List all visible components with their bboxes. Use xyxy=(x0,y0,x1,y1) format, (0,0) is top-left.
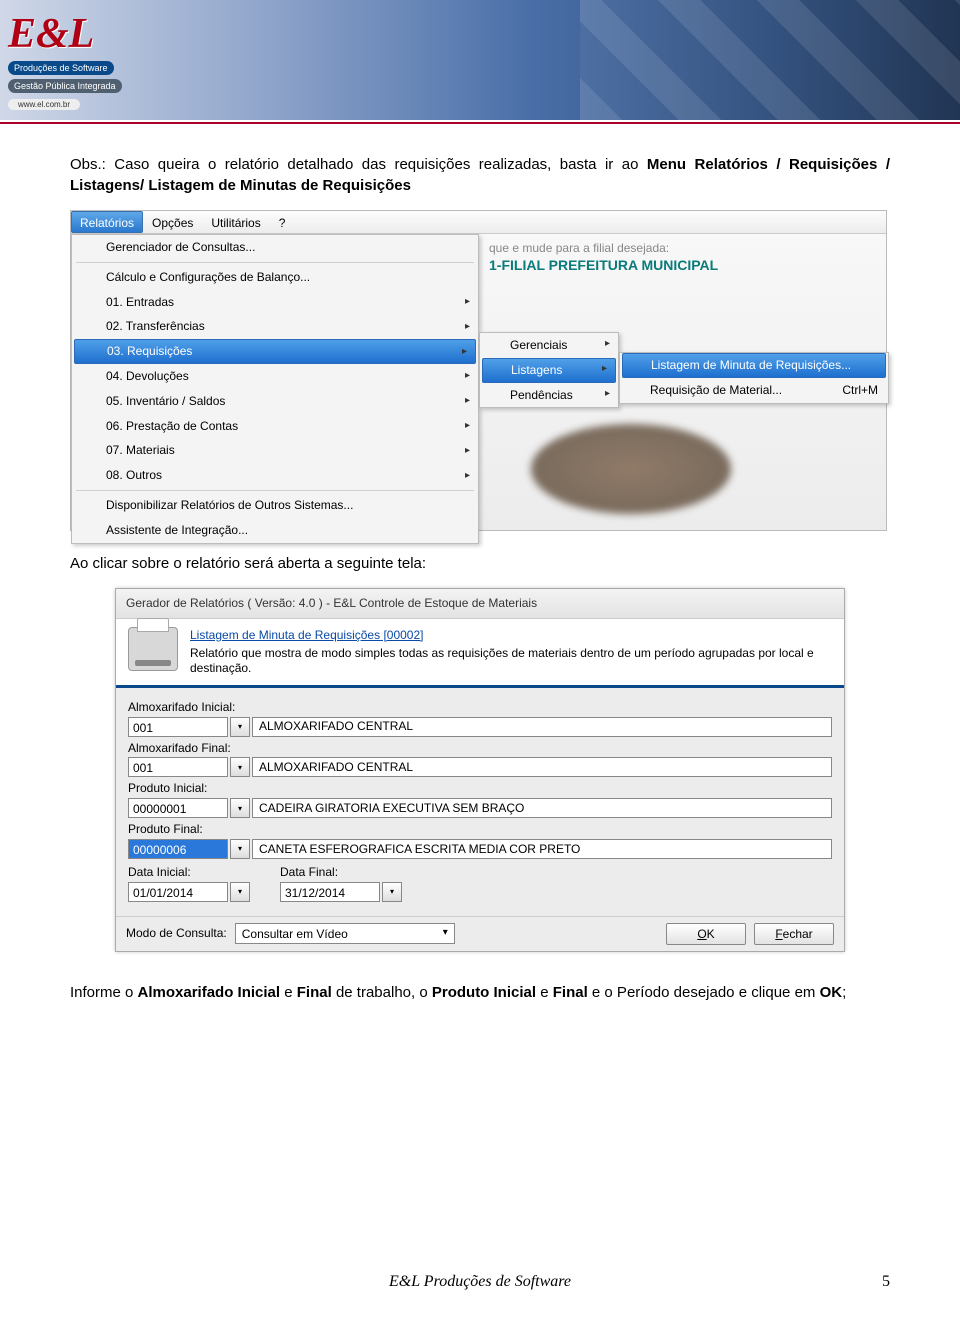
dd-transferencias[interactable]: 02. Transferências xyxy=(72,314,478,339)
ok-button[interactable]: OOKK xyxy=(666,923,746,945)
combo-modo-consulta[interactable]: Consultar em Vídeo xyxy=(235,923,455,944)
label-data-final: Data Final: xyxy=(280,864,402,881)
label-almox-final: Almoxarifado Final: xyxy=(128,740,832,757)
brand-tagline-1: Produções de Software xyxy=(8,61,114,75)
dd-devolucoes[interactable]: 04. Devoluções xyxy=(72,364,478,389)
dropdown-icon[interactable]: ▾ xyxy=(230,839,250,859)
label-prod-final: Produto Final: xyxy=(128,821,832,838)
submenu-listagens: Listagem de Minuta de Requisições... Req… xyxy=(619,352,889,404)
input-prod-ini-code[interactable]: 00000001 xyxy=(128,798,228,818)
dd-requisicoes[interactable]: 03. Requisições xyxy=(74,339,476,364)
dropdown-icon[interactable]: ▾ xyxy=(382,882,402,902)
dd-prestacao[interactable]: 06. Prestação de Contas xyxy=(72,414,478,439)
dd-assistente[interactable]: Assistente de Integração... xyxy=(72,518,478,543)
dropdown-icon[interactable]: ▾ xyxy=(230,798,250,818)
dd-disponibilizar[interactable]: Disponibilizar Relatórios de Outros Sist… xyxy=(72,493,478,518)
dd-entradas[interactable]: 01. Entradas xyxy=(72,290,478,315)
input-almox-fin-code[interactable]: 001 xyxy=(128,757,228,777)
dropdown-icon[interactable]: ▾ xyxy=(230,757,250,777)
page-number: 5 xyxy=(882,1273,890,1291)
label-prod-inicial: Produto Inicial: xyxy=(128,780,832,797)
paragraph-instruction-2: Ao clicar sobre o relatório será aberta … xyxy=(70,553,890,574)
dd-inventario[interactable]: 05. Inventário / Saldos xyxy=(72,389,478,414)
page-header-banner: E&L Produções de Software Gestão Pública… xyxy=(0,0,960,120)
label-modo-consulta: Modo de Consulta: xyxy=(126,925,227,942)
brand-logo: E&L Produções de Software Gestão Pública… xyxy=(8,10,122,112)
input-data-final[interactable]: 31/12/2014 xyxy=(280,882,380,902)
bg-filial-title: 1-FILIAL PREFEITURA MUNICIPAL xyxy=(489,256,718,276)
paragraph-instruction-3: Informe o Almoxarifado Inicial e Final d… xyxy=(70,982,890,1003)
menu-relatorios[interactable]: Relatórios xyxy=(71,211,143,233)
dropdown-icon[interactable]: ▾ xyxy=(230,717,250,737)
dialog-titlebar: Gerador de Relatórios ( Versão: 4.0 ) - … xyxy=(116,589,844,619)
brand-url: www.el.com.br xyxy=(8,99,80,110)
printer-icon xyxy=(128,627,178,671)
fechar-button[interactable]: FecharFechar xyxy=(754,923,834,945)
dialog-header: Listagem de Minuta de Requisições [00002… xyxy=(116,619,844,688)
input-prod-ini-name[interactable]: CADEIRA GIRATORIA EXECUTIVA SEM BRAÇO xyxy=(252,798,832,818)
label-data-inicial: Data Inicial: xyxy=(128,864,250,881)
sm-gerenciais[interactable]: Gerenciais xyxy=(480,333,618,358)
screenshot-menu: Relatórios Opções Utilitários ? que e mu… xyxy=(70,210,887,531)
menu-opcoes[interactable]: Opções xyxy=(143,211,202,233)
dd-outros[interactable]: 08. Outros xyxy=(72,463,478,488)
input-almox-ini-name[interactable]: ALMOXARIFADO CENTRAL xyxy=(252,717,832,737)
menu-utilitarios[interactable]: Utilitários xyxy=(202,211,269,233)
sm-listagens[interactable]: Listagens xyxy=(482,358,616,383)
input-prod-fin-name[interactable]: CANETA ESFEROGRAFICA ESCRITA MEDIA COR P… xyxy=(252,839,832,859)
submenu-requisicoes: Gerenciais Listagens Pendências xyxy=(479,332,619,408)
bg-image-blur xyxy=(531,424,731,514)
banner-decoration xyxy=(580,0,960,120)
dropdown-relatorios: Gerenciador de Consultas... Cálculo e Co… xyxy=(71,234,479,544)
dd-calculo[interactable]: Cálculo e Configurações de Balanço... xyxy=(72,265,478,290)
label-almox-inicial: Almoxarifado Inicial: xyxy=(128,699,832,716)
shortcut-label: Ctrl+M xyxy=(842,382,878,399)
menubar: Relatórios Opções Utilitários ? xyxy=(71,211,886,234)
brand-tagline-2: Gestão Pública Integrada xyxy=(8,79,122,93)
input-almox-ini-code[interactable]: 001 xyxy=(128,717,228,737)
input-almox-fin-name[interactable]: ALMOXARIFADO CENTRAL xyxy=(252,757,832,777)
input-prod-fin-code[interactable]: 00000006 xyxy=(128,839,228,859)
sm-listagem-minuta[interactable]: Listagem de Minuta de Requisições... xyxy=(622,353,886,378)
page-footer: E&L Produções de Software xyxy=(0,1273,960,1291)
bg-hint-text: que e mude para a filial desejada: xyxy=(489,240,669,257)
dialog-description: Relatório que mostra de modo simples tod… xyxy=(190,646,832,677)
dd-materiais[interactable]: 07. Materiais xyxy=(72,438,478,463)
input-data-inicial[interactable]: 01/01/2014 xyxy=(128,882,228,902)
dialog-report-link[interactable]: Listagem de Minuta de Requisições [00002… xyxy=(190,627,832,644)
menu-help[interactable]: ? xyxy=(270,211,295,233)
paragraph-instruction-1: Obs.: Caso queira o relatório detalhado … xyxy=(70,154,890,196)
brand-name: E&L xyxy=(8,10,122,58)
dropdown-icon[interactable]: ▾ xyxy=(230,882,250,902)
screenshot-dialog: Gerador de Relatórios ( Versão: 4.0 ) - … xyxy=(115,588,845,952)
dialog-footer: Modo de Consulta: Consultar em Vídeo OOK… xyxy=(116,916,844,951)
dd-gerenciador[interactable]: Gerenciador de Consultas... xyxy=(72,235,478,260)
sm-pendencias[interactable]: Pendências xyxy=(480,383,618,408)
dialog-body: Almoxarifado Inicial: 001 ▾ ALMOXARIFADO… xyxy=(116,688,844,916)
sm-req-material[interactable]: Requisição de Material... Ctrl+M xyxy=(620,378,888,403)
